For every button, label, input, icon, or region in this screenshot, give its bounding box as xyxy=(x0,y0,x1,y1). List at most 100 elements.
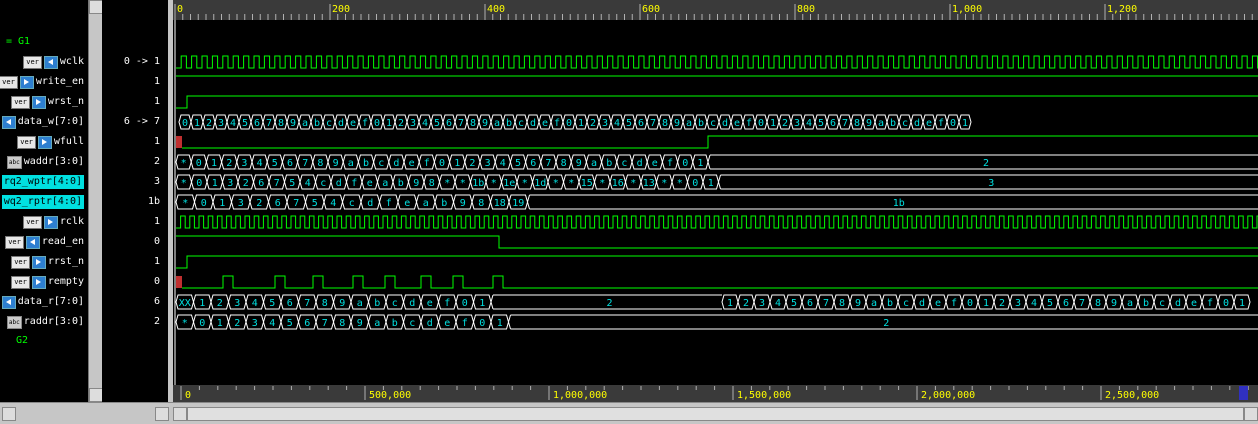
scroll-down-button[interactable] xyxy=(89,388,103,402)
data-r-tail-label: 8 xyxy=(1095,298,1101,309)
rq2-wptr-label: 0 xyxy=(196,178,202,189)
data-w-label: 3 xyxy=(218,118,224,129)
port-direction-icon xyxy=(32,96,46,109)
signal-row[interactable]: verwfull xyxy=(0,132,88,151)
group-g2-label[interactable]: G2 xyxy=(16,335,28,346)
signal-value: 1 xyxy=(154,216,160,227)
rq2-wptr-label: e xyxy=(367,178,373,189)
signal-row[interactable]: verdata_r[7:0] xyxy=(0,292,88,311)
signal-row[interactable]: verread_en xyxy=(0,232,88,251)
waddr-label: 9 xyxy=(333,158,339,169)
horizontal-scrollbar[interactable] xyxy=(0,402,1258,424)
rq2-wptr-label: * xyxy=(677,178,683,189)
data-w-label: e xyxy=(926,118,932,129)
waddr-label: e xyxy=(409,158,415,169)
data-r-tail-label: 0 xyxy=(967,298,973,309)
signal-value: 6 -> 7 xyxy=(124,116,160,127)
scroll-up-button[interactable] xyxy=(89,0,103,14)
waddr-label: 0 xyxy=(682,158,688,169)
signal-row[interactable]: ver rempty xyxy=(0,272,88,291)
wq2-rptr-label: 5 xyxy=(312,198,318,209)
data-w-label: f xyxy=(554,118,560,129)
scroll-left-button[interactable] xyxy=(2,407,16,421)
raddr-label: 1 xyxy=(217,318,223,329)
signal-name: rempty xyxy=(48,275,84,289)
data-w-label: 6 xyxy=(254,118,260,129)
data-r-tail-label: 4 xyxy=(775,298,781,309)
waddr-label: 0 xyxy=(196,158,202,169)
waddr-label: 4 xyxy=(500,158,506,169)
ruler-label: 1,000,000 xyxy=(553,390,607,401)
port-direction-icon xyxy=(32,256,46,269)
rq2-wptr-label: c xyxy=(320,178,326,189)
waddr-label: 3 xyxy=(241,158,247,169)
verilog-tag: ver xyxy=(0,76,18,89)
data-w-label: 4 xyxy=(614,118,620,129)
raddr-label: * xyxy=(182,318,188,329)
rq2-wptr-label: d xyxy=(336,178,342,189)
scroll-right-button[interactable] xyxy=(155,407,169,421)
data-r-tail-label: 7 xyxy=(823,298,829,309)
wq2-rptr-label: 3 xyxy=(238,198,244,209)
raddr-label: a xyxy=(374,318,380,329)
data-w-label: 8 xyxy=(854,118,860,129)
bus-icon: abc xyxy=(7,316,22,329)
signal-row[interactable]: verrclk xyxy=(0,212,88,231)
data-r-label: 2 xyxy=(217,298,223,309)
waveform-pane[interactable]: 02004006008001,0001,2000123456789abcdef0… xyxy=(173,0,1258,402)
data-w-label: 3 xyxy=(602,118,608,129)
data-w-label: 6 xyxy=(638,118,644,129)
rq2-wptr-label: 8 xyxy=(429,178,435,189)
data-w-label: 8 xyxy=(662,118,668,129)
waddr-label: 7 xyxy=(302,158,308,169)
rq2-wptr-label: 1 xyxy=(212,178,218,189)
waddr-label: 6 xyxy=(530,158,536,169)
ruler-label: 200 xyxy=(332,4,350,15)
raddr-label: 4 xyxy=(269,318,275,329)
waddr-label: 6 xyxy=(287,158,293,169)
raddr-label: 9 xyxy=(357,318,363,329)
verilog-tag: ver xyxy=(11,276,30,289)
group-g1-label[interactable]: = G1 xyxy=(6,36,30,47)
ruler-label: 0 xyxy=(185,390,191,401)
waddr-label: c xyxy=(378,158,384,169)
clock-waveform xyxy=(176,216,1258,228)
signal-value: 0 xyxy=(154,276,160,287)
data-w-label: 8 xyxy=(278,118,284,129)
data-w-label: 6 xyxy=(830,118,836,129)
signal-row[interactable]: verrrst_n xyxy=(0,252,88,271)
wave-scroll-left-button[interactable] xyxy=(173,407,187,421)
data-r-tail-label: c xyxy=(1159,298,1165,309)
signal-row[interactable]: verdata_w[7:0] xyxy=(0,112,88,131)
raddr-label: 0 xyxy=(479,318,485,329)
signal-row[interactable]: verwrite_en xyxy=(0,72,88,91)
data-w-label: 0 xyxy=(566,118,572,129)
verilog-tag: ver xyxy=(23,216,42,229)
data-w-label: 0 xyxy=(182,118,188,129)
waddr-label: 1 xyxy=(697,158,703,169)
data-w-label: 5 xyxy=(242,118,248,129)
rq2-wptr-label: a xyxy=(382,178,388,189)
vertical-scrollbar[interactable] xyxy=(88,0,103,402)
scroll-track[interactable] xyxy=(187,407,1244,421)
signal-name: wrst_n xyxy=(48,95,84,109)
ruler-label: 2,000,000 xyxy=(921,390,975,401)
signal-row[interactable]: wq2_rptr[4:0] xyxy=(0,192,88,211)
signal-row[interactable]: verwclk xyxy=(0,52,88,71)
signal-row[interactable]: abcwaddr[3:0] xyxy=(0,152,88,171)
wq2-rptr-label: 0 xyxy=(201,198,207,209)
signal-row[interactable]: rq2_wptr[4:0] xyxy=(0,172,88,191)
signal-row[interactable]: abcraddr[3:0] xyxy=(0,312,88,331)
rq2-wptr-label: 6 xyxy=(258,178,264,189)
rq2-wptr-label: * xyxy=(661,178,667,189)
wq2-rptr-label: * xyxy=(182,198,188,209)
wave-scroll-right-button[interactable] xyxy=(1244,407,1258,421)
signal-row[interactable]: verwrst_n xyxy=(0,92,88,111)
signal-name: data_r[7:0] xyxy=(18,295,84,309)
signal-name: wfull xyxy=(54,135,84,149)
data-w-label: d xyxy=(530,118,536,129)
rq2-wptr-label: 4 xyxy=(305,178,311,189)
waddr-label: 2 xyxy=(469,158,475,169)
waddr-label: 5 xyxy=(272,158,278,169)
verilog-tag: ver xyxy=(11,256,30,269)
